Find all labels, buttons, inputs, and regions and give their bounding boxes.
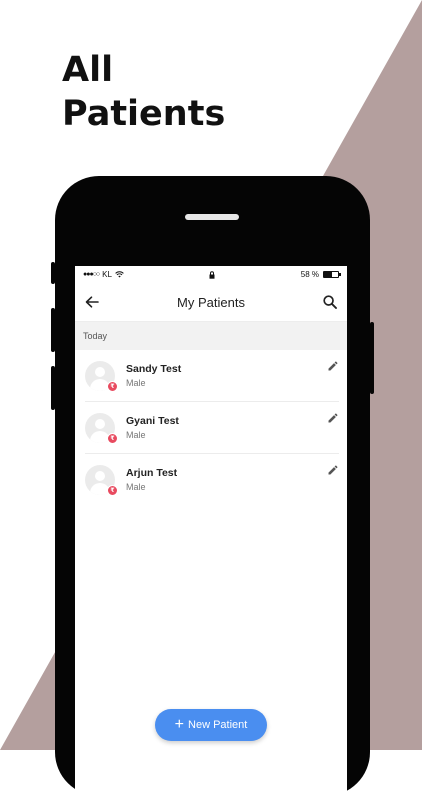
patient-name: Sandy Test — [126, 363, 182, 375]
app-screen: ●●●○○ KL 58 % My Patients Today ₹ Sandy … — [75, 266, 347, 806]
patient-gender: Male — [126, 430, 146, 440]
patient-row[interactable]: ₹ Gyani Test Male — [85, 402, 339, 454]
patient-info: Arjun Test Male — [126, 467, 177, 492]
wifi-icon — [115, 271, 124, 278]
new-patient-label: New Patient — [188, 719, 248, 731]
promo-title: All Patients — [62, 48, 225, 136]
phone-mute-switch — [51, 262, 55, 284]
avatar: ₹ — [85, 464, 118, 496]
battery-icon — [322, 271, 341, 278]
patient-gender: Male — [126, 378, 146, 388]
edit-pencil-icon[interactable] — [327, 464, 339, 476]
phone-volume-up — [51, 308, 55, 352]
promo-title-line1: All — [62, 50, 114, 90]
section-label: Today — [83, 331, 108, 341]
app-bar: My Patients — [75, 283, 347, 322]
promo-title-line2: Patients — [62, 94, 226, 134]
avatar: ₹ — [85, 360, 118, 392]
section-header-today: Today — [75, 322, 347, 350]
search-button[interactable] — [321, 293, 339, 311]
carrier-label: KL — [102, 270, 112, 279]
rupee-badge-icon: ₹ — [107, 380, 118, 392]
avatar: ₹ — [85, 412, 118, 444]
edit-pencil-icon[interactable] — [327, 360, 339, 372]
status-left: ●●●○○ KL — [83, 270, 124, 279]
status-bar: ●●●○○ KL 58 % — [75, 266, 347, 283]
status-right: 58 % — [300, 270, 341, 279]
page-title: My Patients — [177, 294, 245, 310]
arrow-left-icon — [85, 296, 99, 308]
back-button[interactable] — [83, 293, 101, 311]
lock-icon — [209, 270, 215, 279]
patient-gender: Male — [126, 482, 146, 492]
phone-speaker — [185, 214, 239, 220]
patient-info: Gyani Test Male — [126, 415, 179, 440]
signal-icon: ●●●○○ — [83, 271, 100, 278]
patient-name: Gyani Test — [126, 415, 179, 427]
edit-pencil-icon[interactable] — [327, 412, 339, 424]
search-icon — [323, 295, 337, 309]
patient-list: ₹ Sandy Test Male ₹ Gyani Test Male ₹ Ar… — [75, 350, 347, 505]
battery-percentage: 58 % — [300, 270, 319, 279]
battery-level — [323, 272, 333, 277]
new-patient-button[interactable]: + New Patient — [155, 709, 267, 741]
patient-name: Arjun Test — [126, 467, 178, 479]
patient-row[interactable]: ₹ Sandy Test Male — [85, 350, 339, 402]
rupee-badge-icon: ₹ — [107, 484, 118, 496]
phone-frame: ●●●○○ KL 58 % My Patients Today ₹ Sandy … — [51, 176, 374, 806]
patient-info: Sandy Test Male — [126, 363, 181, 388]
rupee-badge-icon: ₹ — [107, 432, 118, 444]
patient-row[interactable]: ₹ Arjun Test Male — [85, 454, 339, 505]
phone-power-button — [370, 322, 374, 394]
phone-volume-down — [51, 366, 55, 410]
plus-icon: + — [174, 716, 185, 733]
